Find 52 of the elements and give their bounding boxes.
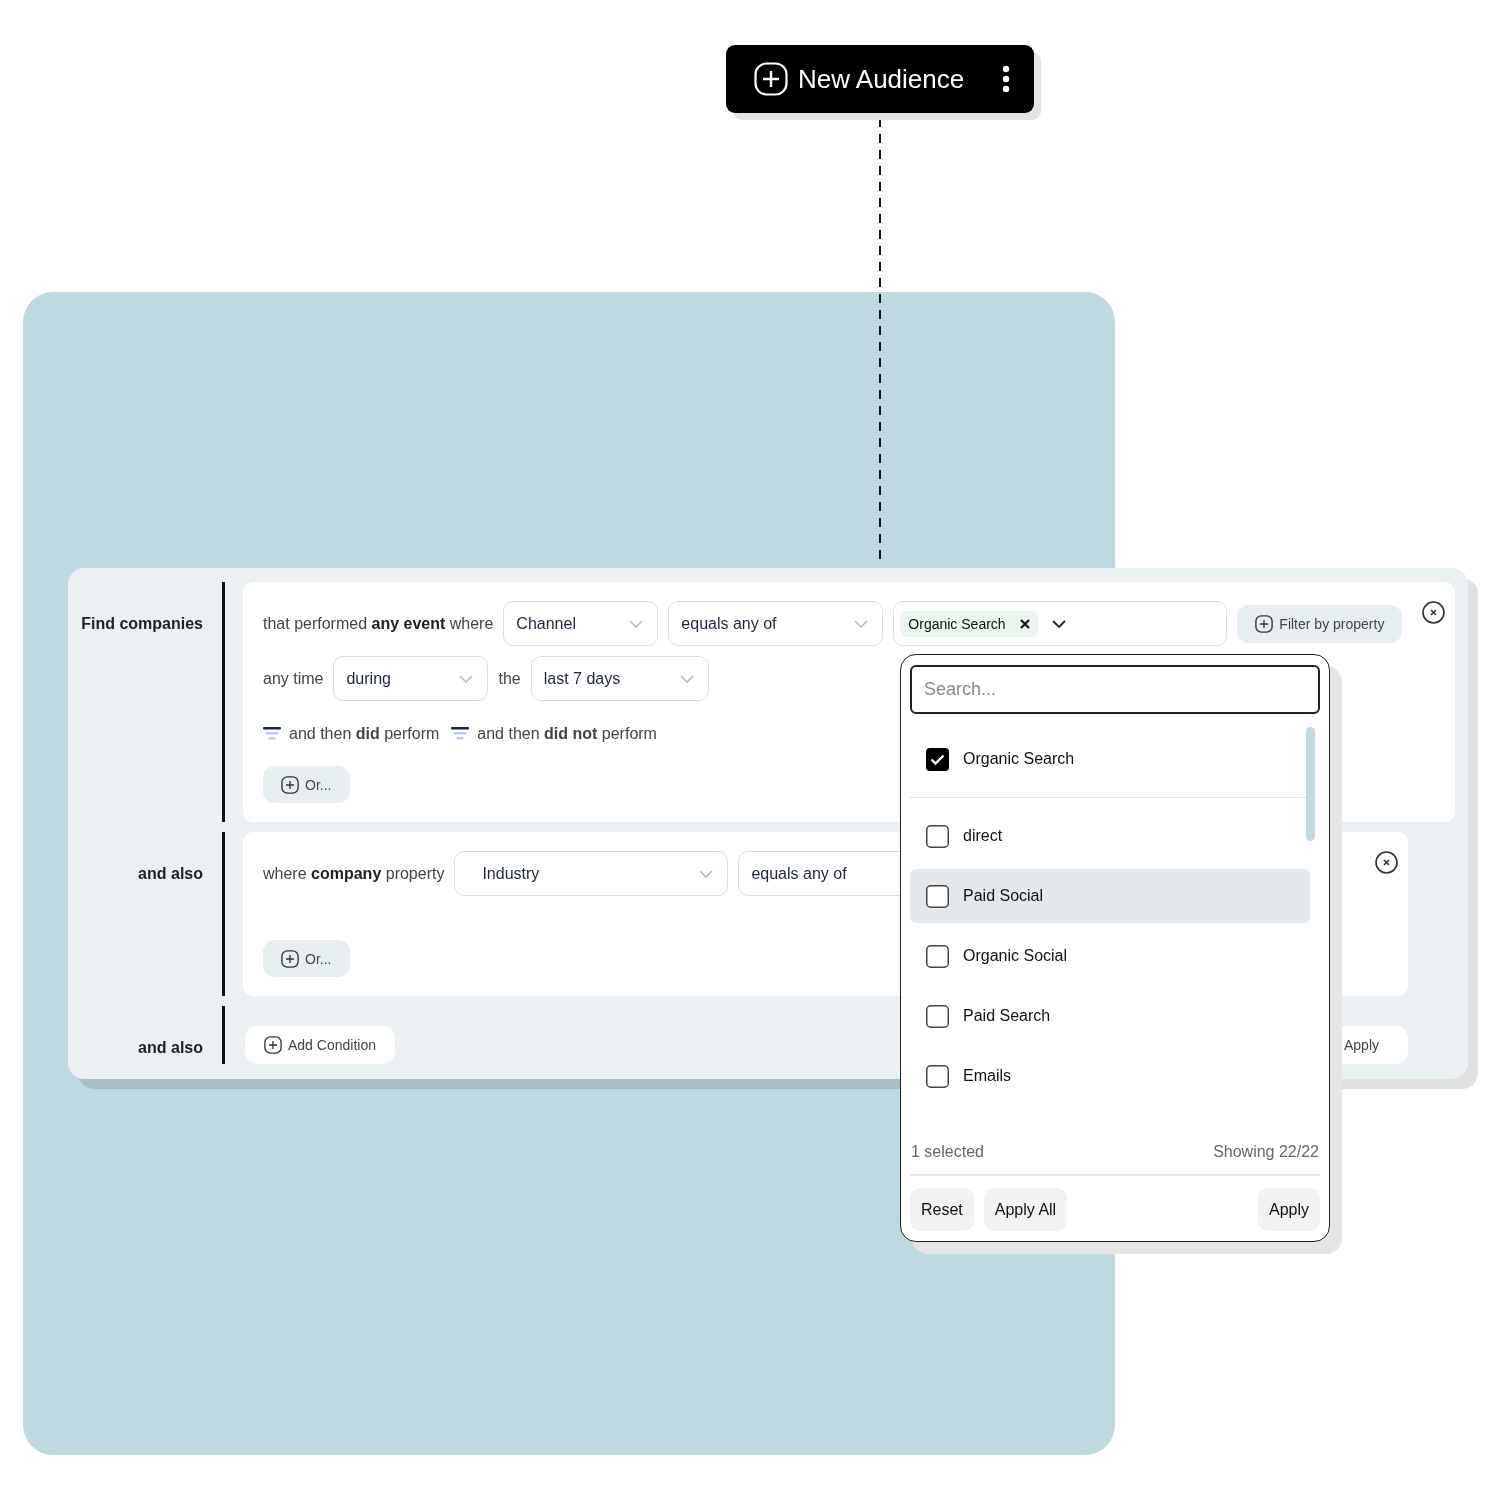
plus-icon xyxy=(1255,614,1274,633)
condition-text: that performed any event where xyxy=(263,614,494,633)
condition-text: the xyxy=(498,669,521,688)
footer-button[interactable]: Reset xyxy=(910,1188,974,1231)
condition-label: and also xyxy=(138,1038,203,1057)
chevron-icon xyxy=(629,619,644,628)
or-button[interactable]: Or... xyxy=(263,940,351,977)
option-item[interactable]: Organic Search xyxy=(910,732,1310,786)
close-icon[interactable] xyxy=(1422,601,1445,624)
chevron-icon xyxy=(699,869,714,878)
checkbox[interactable] xyxy=(926,944,949,968)
option-item[interactable]: Paid Social xyxy=(910,869,1310,923)
remove-icon[interactable] xyxy=(1019,618,1030,629)
condition-label: Find companies xyxy=(81,614,203,633)
footer-button[interactable]: Apply All xyxy=(983,1188,1068,1231)
sequence-link[interactable]: and then did not perform xyxy=(477,724,657,743)
multi-select-field[interactable]: Organic Search xyxy=(893,601,1228,646)
condition-text: where company property xyxy=(263,864,445,883)
tag-chip[interactable]: Organic Search xyxy=(900,610,1038,637)
plus-icon xyxy=(754,62,788,96)
chevron-icon xyxy=(679,674,694,683)
add-condition-button[interactable]: Add Condition xyxy=(245,1026,395,1064)
checkbox[interactable] xyxy=(926,1004,949,1028)
close-icon[interactable] xyxy=(1375,851,1398,874)
dropdown[interactable]: equals any of xyxy=(668,601,884,646)
plus-icon xyxy=(264,1036,282,1054)
filter-button[interactable]: Filter by property xyxy=(1237,604,1403,643)
condition-label: and also xyxy=(138,864,203,883)
checkbox[interactable] xyxy=(926,747,949,771)
funnel-icon xyxy=(263,725,281,742)
dropdown[interactable]: during xyxy=(333,656,489,701)
sequence-link[interactable]: and then did perform xyxy=(289,724,440,743)
or-button[interactable]: Or... xyxy=(263,766,351,803)
chevron-icon xyxy=(459,674,474,683)
condition-text: any time xyxy=(263,669,324,688)
funnel-icon xyxy=(451,725,470,742)
plus-icon xyxy=(281,775,299,794)
checkbox[interactable] xyxy=(926,884,949,908)
chevron-icon xyxy=(854,619,869,628)
option-item[interactable]: Organic Social xyxy=(910,929,1310,983)
chevron-icon xyxy=(1051,619,1066,628)
dropdown[interactable]: Channel xyxy=(503,601,659,646)
footer-button[interactable]: Apply xyxy=(1257,1188,1320,1231)
checkbox[interactable] xyxy=(926,1064,949,1088)
plus-icon xyxy=(281,949,299,968)
dropdown[interactable]: last 7 days xyxy=(530,656,709,701)
kebab-icon[interactable] xyxy=(1002,65,1010,93)
dropdown[interactable]: Industry xyxy=(454,851,729,896)
search-field[interactable]: Search... xyxy=(910,665,1320,714)
showing-count: Showing 22/22 xyxy=(1213,1143,1319,1161)
checkbox[interactable] xyxy=(926,824,949,848)
selected-count: 1 selected xyxy=(911,1143,984,1161)
